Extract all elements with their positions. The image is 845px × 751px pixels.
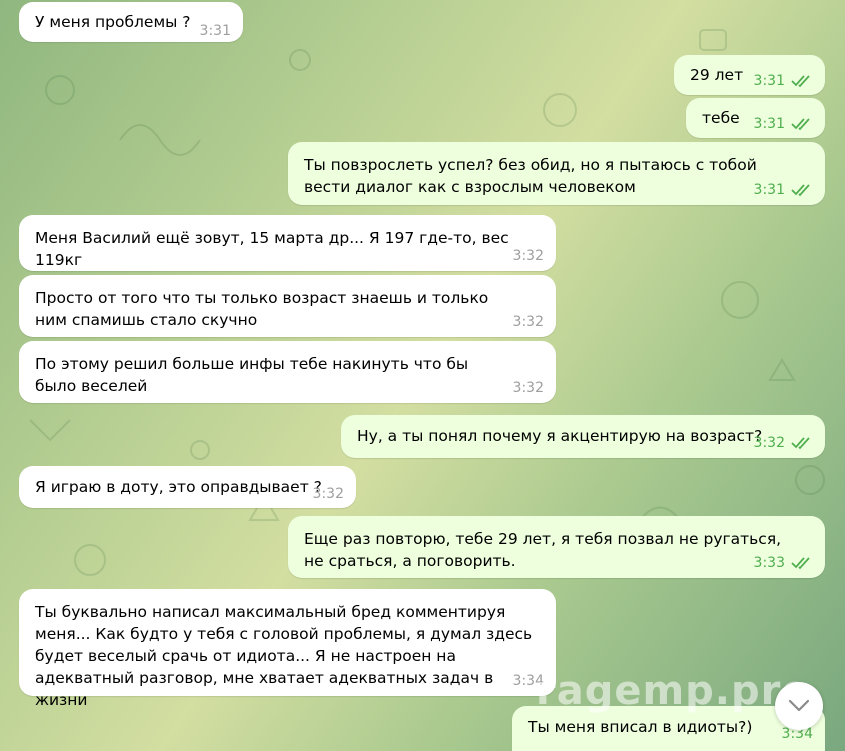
scroll-down-button[interactable] [775,682,823,730]
message-bubble-incoming[interactable]: У меня проблемы ? 3:31 [19,2,243,42]
watermark: ragemp.pro [536,668,810,714]
message-text: Я играю в доту, это оправдывает ? [35,478,322,496]
message-bubble-outgoing[interactable]: Еще раз повторю, тебе 29 лет, я тебя поз… [288,516,825,578]
message-bubble-incoming[interactable]: Меня Василий ещё зовут, 15 марта др... Я… [19,215,556,271]
message-time: 3:32 [312,486,344,502]
message-bubble-incoming[interactable]: Просто от того что ты только возраст зна… [19,275,556,337]
message-bubble-incoming[interactable]: Я играю в доту, это оправдывает ? 3:32 [19,466,356,508]
chevron-down-icon [788,699,810,712]
message-time: 3:31 [754,113,813,135]
message-text: У меня проблемы ? [35,13,191,31]
message-time: 3:31 [754,70,813,92]
message-text: Ты повзрослеть успел? без обид, но я пыт… [304,156,757,196]
message-bubble-outgoing[interactable]: тебе 3:31 [686,98,825,138]
message-time: 3:32 [512,380,544,396]
message-time: 3:32 [512,314,544,330]
message-bubble-incoming[interactable]: По этому решил больше инфы тебе накинуть… [19,341,556,403]
double-check-icon [791,437,810,450]
double-check-icon [791,118,810,131]
message-time: 3:32 [512,248,544,264]
double-check-icon [791,557,810,570]
message-bubble-outgoing[interactable]: Ты повзрослеть успел? без обид, но я пыт… [288,142,825,205]
message-text: По этому решил больше инфы тебе накинуть… [35,355,469,395]
message-text: Еще раз повторю, тебе 29 лет, я тебя поз… [304,530,782,570]
message-text: Ты меня вписал в идиоты?) [528,718,753,736]
message-time: 3:31 [754,179,813,201]
message-text: Меня Василий ещё зовут, 15 марта др... Я… [35,229,509,269]
message-text: Ну, а ты понял почему я акцентирую на во… [357,427,763,445]
message-bubble-outgoing[interactable]: Ну, а ты понял почему я акцентирую на во… [341,415,825,458]
message-text: 29 лет [690,66,744,84]
message-text: Ты буквально написал максимальный бред к… [35,603,533,709]
message-text: Просто от того что ты только возраст зна… [35,289,489,329]
double-check-icon [791,184,810,197]
message-bubble-incoming[interactable]: Ты буквально написал максимальный бред к… [19,589,556,709]
message-text: тебе [702,109,740,127]
message-time: 3:31 [199,23,231,39]
message-time: 3:33 [754,552,813,574]
message-time: 3:32 [754,432,813,454]
message-bubble-outgoing[interactable]: 29 лет 3:31 [674,55,825,95]
double-check-icon [791,75,810,88]
